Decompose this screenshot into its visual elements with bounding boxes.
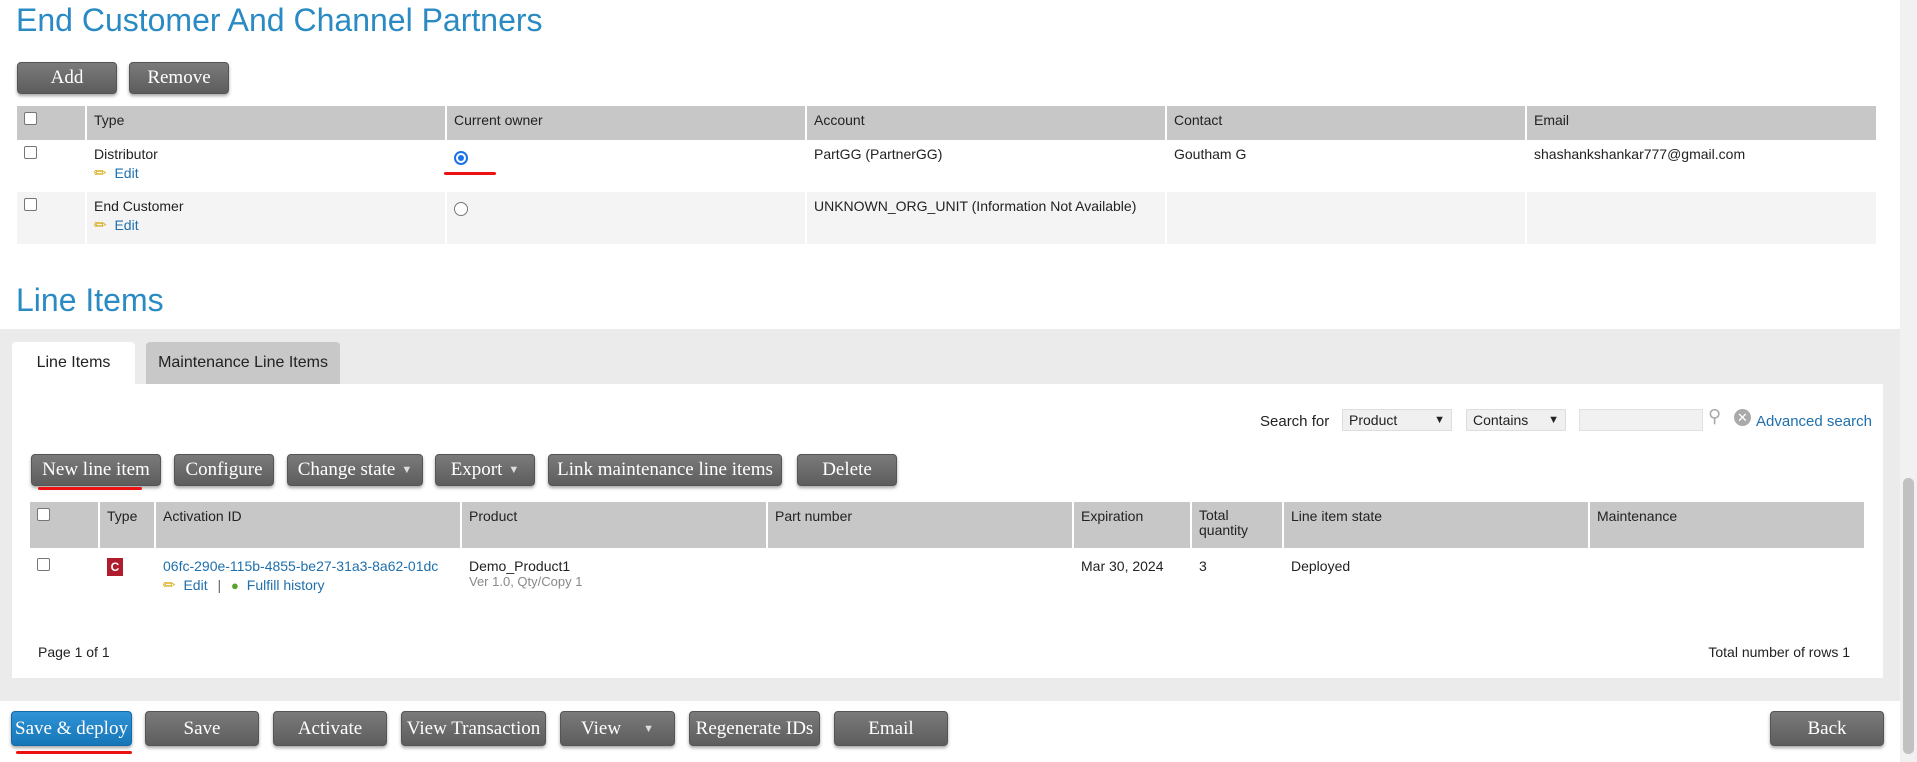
partners-title: End Customer And Channel Partners xyxy=(16,2,543,38)
product-name: Demo_Product1 xyxy=(469,558,571,574)
row-checkbox[interactable] xyxy=(24,146,37,159)
row-checkbox[interactable] xyxy=(24,198,37,211)
scrollbar-thumb[interactable] xyxy=(1903,478,1914,754)
product-version: Ver 1.0, Qty/Copy 1 xyxy=(469,574,583,589)
configure-button[interactable]: Configure xyxy=(174,454,274,486)
table-row: C 06fc-290e-115b-4855-be27-31a3-8a62-01d… xyxy=(30,548,1866,600)
email-cell: shashankshankar777@gmail.com xyxy=(1526,140,1878,192)
column-header: Line item state xyxy=(1283,502,1590,548)
column-header: Product xyxy=(461,502,768,548)
delete-button[interactable]: Delete xyxy=(797,454,897,486)
add-button[interactable]: Add xyxy=(17,62,117,94)
new-line-item-button[interactable]: New line item xyxy=(31,454,161,486)
column-header: Current owner xyxy=(446,106,807,140)
search-icon[interactable]: ⚲ xyxy=(1708,406,1721,427)
change-state-button[interactable]: Change state ▼ xyxy=(287,454,423,486)
save-button[interactable]: Save xyxy=(145,711,259,746)
quantity-cell: 3 xyxy=(1191,548,1284,600)
search-field-select[interactable]: Product ▼ xyxy=(1342,409,1452,431)
part-number-cell xyxy=(767,548,1074,600)
fulfill-history-link[interactable]: Fulfill history xyxy=(247,577,325,593)
page-info: Page 1 of 1 xyxy=(38,644,110,660)
pencil-icon: ✏ xyxy=(163,577,176,594)
tab-maintenance-line-items[interactable]: Maintenance Line Items xyxy=(146,342,340,384)
contact-cell: Goutham G xyxy=(1166,140,1527,192)
account-cell: PartGG (PartnerGG) xyxy=(806,140,1167,192)
activate-button[interactable]: Activate xyxy=(273,711,387,746)
pencil-icon: ✏ xyxy=(94,217,107,234)
caret-down-icon: ▼ xyxy=(508,464,520,476)
back-button[interactable]: Back xyxy=(1770,711,1884,746)
column-header: Type xyxy=(99,502,156,548)
regenerate-ids-button[interactable]: Regenerate IDs xyxy=(689,711,820,746)
email-cell xyxy=(1526,192,1878,244)
maintenance-cell xyxy=(1589,548,1866,600)
column-header: Activation ID xyxy=(155,502,462,548)
table-row: End Customer ✏ Edit UNKNOWN_ORG_UNIT (In… xyxy=(17,192,1878,244)
account-cell: UNKNOWN_ORG_UNIT (Information Not Availa… xyxy=(806,192,1167,244)
remove-button[interactable]: Remove xyxy=(129,62,229,94)
edit-link[interactable]: Edit xyxy=(183,577,207,593)
select-all-checkbox[interactable] xyxy=(37,508,50,521)
current-owner-radio[interactable] xyxy=(454,202,468,216)
view-button[interactable]: View ▼ xyxy=(560,711,675,746)
search-label: Search for xyxy=(1260,413,1330,430)
history-icon: ● xyxy=(231,578,239,593)
total-rows: Total number of rows 1 xyxy=(1708,644,1850,660)
partner-type: End Customer xyxy=(94,198,184,214)
state-cell: Deployed xyxy=(1283,548,1590,600)
advanced-search-link[interactable]: Advanced search xyxy=(1756,413,1872,430)
search-input[interactable] xyxy=(1579,409,1703,431)
current-owner-radio[interactable] xyxy=(454,151,468,165)
edit-link[interactable]: Edit xyxy=(114,165,138,181)
separator: | xyxy=(217,577,222,593)
link-maintenance-button[interactable]: Link maintenance line items xyxy=(548,454,782,486)
highlight-underline xyxy=(444,172,496,175)
export-button[interactable]: Export ▼ xyxy=(435,454,535,486)
contact-cell xyxy=(1166,192,1527,244)
column-header: Part number xyxy=(767,502,1074,548)
pencil-icon: ✏ xyxy=(94,165,107,182)
row-checkbox[interactable] xyxy=(37,558,50,571)
table-row: Distributor ✏ Edit PartGG (PartnerGG) Go… xyxy=(17,140,1878,192)
email-button[interactable]: Email xyxy=(834,711,948,746)
column-header: Account xyxy=(806,106,1167,140)
caret-down-icon: ▼ xyxy=(643,722,654,735)
tab-label: Line Items xyxy=(36,354,111,371)
highlight-underline xyxy=(38,487,142,490)
select-all-checkbox[interactable] xyxy=(24,112,37,125)
line-items-table: Type Activation ID Product Part number E… xyxy=(30,502,1866,600)
search-operator-select[interactable]: Contains ▼ xyxy=(1466,409,1566,431)
caret-down-icon: ▼ xyxy=(401,464,413,476)
column-header: Total quantity xyxy=(1191,502,1284,548)
column-header: Email xyxy=(1526,106,1878,140)
tab-label: Maintenance Line Items xyxy=(158,354,328,371)
partners-table: Type Current owner Account Contact Email… xyxy=(17,106,1878,244)
line-item-type-icon: C xyxy=(107,558,123,576)
partner-type: Distributor xyxy=(94,146,158,162)
chevron-down-icon: ▼ xyxy=(1548,414,1559,426)
column-header: Type xyxy=(86,106,447,140)
save-deploy-button[interactable]: Save & deploy xyxy=(11,711,132,746)
line-items-title: Line Items xyxy=(16,282,164,318)
activation-id-link[interactable]: 06fc-290e-115b-4855-be27-31a3-8a62-01dc xyxy=(163,558,453,574)
scrollbar-track[interactable] xyxy=(1900,0,1917,762)
column-header: Maintenance xyxy=(1589,502,1866,548)
expiration-cell: Mar 30, 2024 xyxy=(1073,548,1192,600)
highlight-underline xyxy=(16,751,132,754)
chevron-down-icon: ▼ xyxy=(1434,414,1445,426)
tab-line-items[interactable]: Line Items xyxy=(12,342,135,384)
column-header: Expiration xyxy=(1073,502,1192,548)
clear-icon[interactable]: ✕ xyxy=(1734,409,1751,426)
view-transaction-button[interactable]: View Transaction xyxy=(401,711,546,746)
column-header: Contact xyxy=(1166,106,1527,140)
edit-link[interactable]: Edit xyxy=(114,217,138,233)
